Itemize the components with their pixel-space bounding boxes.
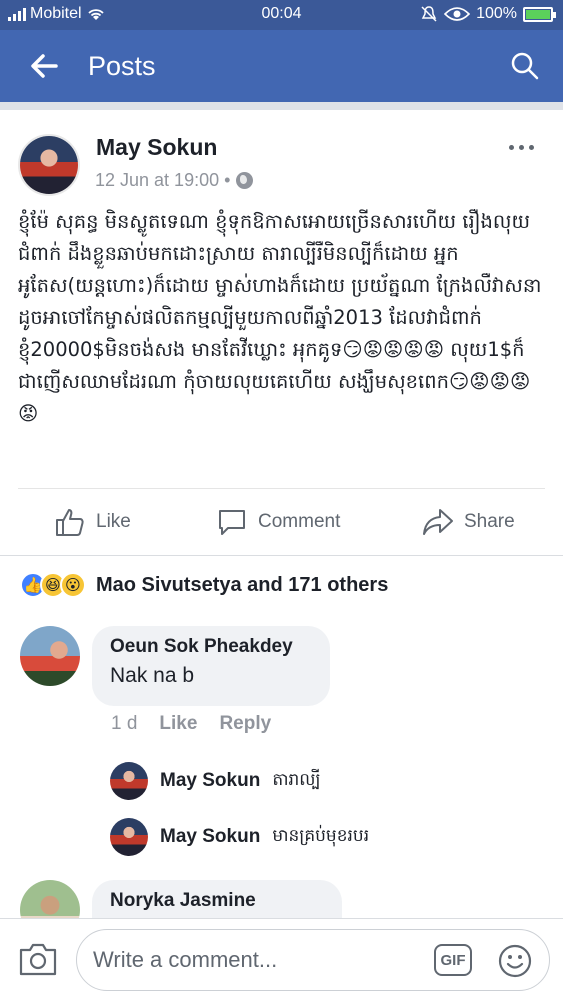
comment-meta: 1 d Like Reply: [111, 713, 271, 735]
reply-text: តារាល្បី: [272, 769, 321, 790]
battery-percent: 100%: [476, 5, 517, 22]
comment-label: Comment: [258, 511, 341, 532]
reply-avatar[interactable]: [110, 762, 148, 800]
like-icon: [56, 509, 84, 536]
post-author-avatar[interactable]: [18, 134, 80, 196]
actions-divider: [18, 488, 545, 489]
more-icon[interactable]: [509, 140, 541, 154]
commenter-avatar[interactable]: [20, 626, 80, 686]
comment-bubble: Oeun Sok Pheakdey Nak na b: [92, 626, 330, 706]
search-icon[interactable]: [509, 50, 541, 82]
status-bar: Mobitel 00:04 100%: [0, 0, 563, 30]
reactions-summary[interactable]: 👍 😆 😮 Mao Sivutsetya and 171 others: [20, 570, 388, 600]
mute-bell-icon: [421, 6, 437, 22]
globe-icon: [236, 172, 254, 189]
comment-button[interactable]: Comment: [216, 504, 340, 540]
wow-reaction-icon: 😮: [60, 572, 86, 598]
like-button[interactable]: Like: [54, 504, 131, 540]
post-timestamp[interactable]: 12 Jun at 19:00 •: [95, 170, 230, 191]
post-author-name[interactable]: May Sokun: [96, 134, 217, 161]
comment-reply-link[interactable]: Reply: [219, 713, 271, 735]
comment-time: 1 d: [111, 713, 138, 734]
reply-text: មានគ្រប់មុខរបរ: [272, 825, 370, 846]
gif-icon[interactable]: GIF: [434, 944, 472, 976]
reply-author[interactable]: May Sokun: [160, 826, 260, 848]
share-icon: [423, 509, 453, 535]
reply-author[interactable]: May Sokun: [160, 770, 260, 792]
camera-icon[interactable]: [18, 941, 58, 977]
comment-author[interactable]: Noryka Jasmine: [110, 890, 324, 912]
battery-icon: [523, 6, 556, 22]
smiley-icon[interactable]: [497, 943, 533, 979]
comment-composer: GIF: [0, 918, 563, 1000]
comment-input[interactable]: [76, 929, 550, 991]
comment-author[interactable]: Oeun Sok Pheakdey: [110, 636, 312, 658]
reaction-names: Mao Sivutsetya and 171 others: [96, 573, 389, 596]
reply-item: May Sokun មានគ្រប់មុខរបរ: [110, 818, 369, 856]
share-label: Share: [464, 511, 515, 532]
app-bar: Posts: [0, 30, 563, 102]
status-right: 100%: [420, 5, 556, 23]
share-button[interactable]: Share: [422, 504, 515, 540]
reply-avatar[interactable]: [110, 818, 148, 856]
eye-icon: [444, 7, 471, 21]
reply-item: May Sokun តារាល្បី: [110, 762, 321, 800]
post-meta: 12 Jun at 19:00 •: [95, 170, 254, 191]
page-title: Posts: [88, 51, 156, 81]
back-arrow-icon[interactable]: [28, 50, 60, 82]
comment-like-link[interactable]: Like: [159, 713, 197, 735]
comment-icon: [219, 510, 245, 535]
like-label: Like: [96, 511, 131, 532]
post-body: ខ្ញុំម៉ែ សុគន្ធ មិនស្លូតទេណា ខ្ញុំទុកឱកា…: [18, 210, 542, 425]
header-divider: [0, 102, 563, 110]
comment-text: Nak na b: [110, 664, 195, 687]
post-divider: [0, 555, 563, 556]
